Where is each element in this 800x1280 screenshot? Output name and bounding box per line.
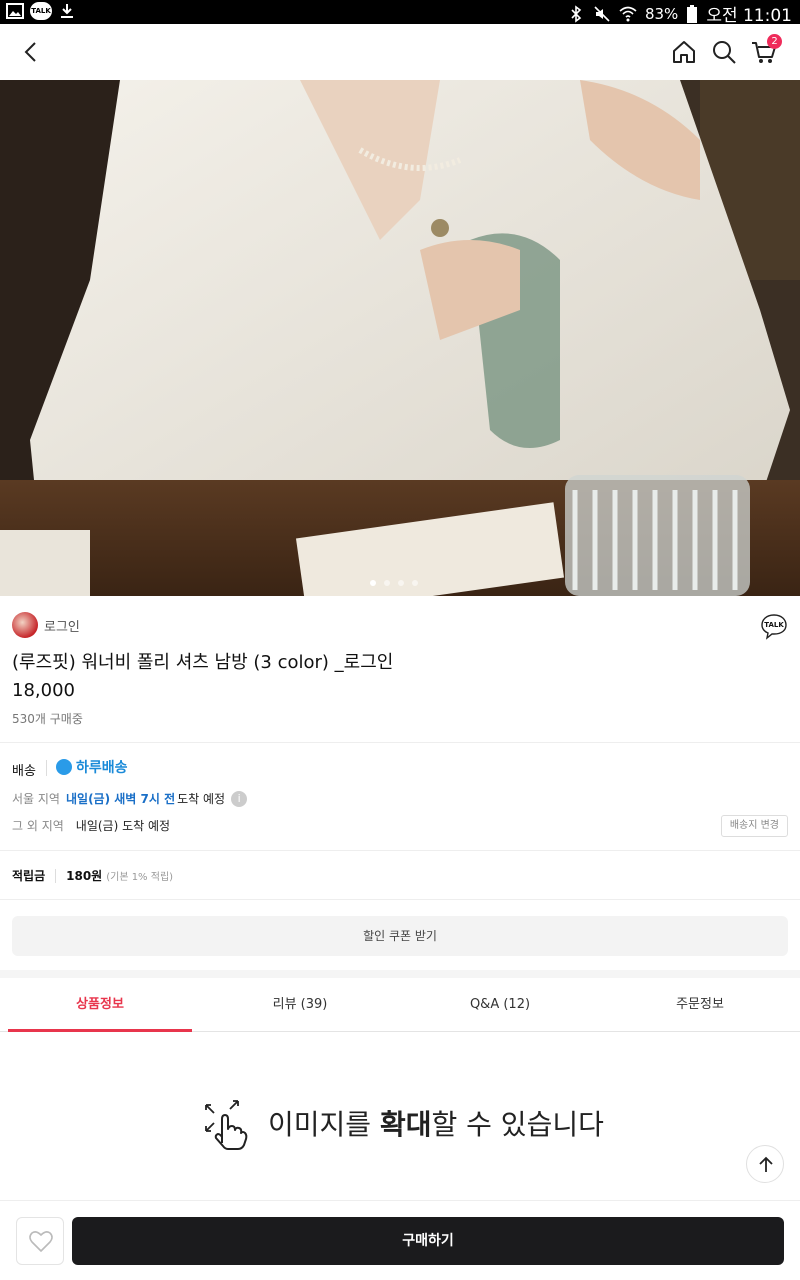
download-icon (61, 4, 73, 18)
store-link[interactable]: 로그인 (12, 612, 80, 638)
gallery-icon (6, 3, 24, 19)
carousel-dot (384, 580, 390, 586)
zoom-hint-suffix: 할 수 있습니다 (431, 1108, 604, 1141)
bluetooth-icon (571, 4, 582, 23)
carousel-indicator (370, 580, 418, 586)
seoul-arrival-time: 내일(금) 새벽 7시 전 (65, 792, 176, 806)
get-coupon-button[interactable]: 할인 쿠폰 받기 (12, 916, 788, 956)
divider (55, 868, 57, 883)
wifi-icon (619, 6, 637, 21)
carousel-dot (412, 580, 418, 586)
product-tabs: 상품정보 리뷰 (39) Q&A (12) 주문정보 (0, 978, 800, 1032)
points-amount: 180원 (66, 869, 103, 883)
points-label: 적립금 (12, 869, 46, 883)
shipping-label: 배송 (12, 764, 36, 779)
seoul-arrival-suffix: 도착 예정 (177, 792, 226, 806)
divider (0, 899, 800, 900)
section-gap (0, 970, 800, 978)
arrow-up-icon (759, 1156, 773, 1172)
tab-product-info[interactable]: 상품정보 (0, 978, 200, 1032)
heart-icon (29, 1231, 53, 1252)
search-icon[interactable] (710, 38, 738, 66)
divider (0, 850, 800, 851)
tab-reviews[interactable]: 리뷰 (39) (200, 978, 400, 1031)
buy-button[interactable]: 구매하기 (72, 1217, 784, 1265)
carousel-dot (398, 580, 404, 586)
divider (46, 760, 47, 776)
cart-button[interactable]: 2 (750, 34, 782, 66)
zoom-hint-bold: 확대 (379, 1108, 432, 1141)
product-price: 18,000 (12, 680, 75, 701)
other-region-arrival: 내일(금) 도착 예정 (75, 819, 171, 833)
tab-qna[interactable]: Q&A (12) (400, 978, 600, 1031)
product-title: (루즈핏) 워너비 폴리 셔츠 남방 (3 color) _로그인 (12, 652, 394, 673)
tab-order-info[interactable]: 주문정보 (600, 978, 800, 1031)
cart-count-badge: 2 (767, 34, 782, 49)
points-row: 적립금 180원 (기본 1% 적립) (12, 867, 173, 884)
clock: 오전 11:01 (706, 6, 792, 26)
buying-count: 530개 구매중 (12, 712, 83, 726)
seoul-delivery-row: 서울 지역 내일(금) 새벽 7시 전 도착 예정 i (12, 790, 248, 807)
bottom-action-bar: 구매하기 (0, 1200, 800, 1280)
zoom-hint-text: 이미지를 확대할 수 있습니다 (268, 1103, 604, 1143)
pinch-zoom-icon (205, 1100, 248, 1150)
zoom-hint: 이미지를 확대할 수 있습니다 (200, 1095, 604, 1151)
product-image-carousel[interactable] (0, 80, 800, 596)
other-delivery-row: 그 외 지역 내일(금) 도착 예정 (12, 817, 170, 834)
haru-delivery-badge: 하루배송 (56, 757, 128, 777)
wishlist-button[interactable] (16, 1217, 64, 1265)
seoul-label: 서울 지역 (12, 792, 60, 806)
top-app-bar: 2 (0, 24, 800, 80)
battery-icon (687, 4, 698, 23)
product-photo (0, 80, 800, 596)
talk-button[interactable]: TALK (760, 612, 788, 640)
kakaotalk-icon: TALK (30, 2, 52, 20)
info-icon[interactable]: i (231, 790, 248, 807)
change-address-button[interactable]: 배송지 변경 (720, 815, 788, 837)
battery-percent: 83% (644, 4, 679, 23)
store-avatar (12, 612, 38, 638)
haru-delivery-label: 하루배송 (76, 760, 128, 776)
zoom-hint-prefix: 이미지를 (268, 1108, 372, 1141)
other-region-label: 그 외 지역 (12, 819, 64, 833)
home-icon[interactable] (670, 38, 698, 66)
status-bar: TALK 83% 오전 11:01 (0, 0, 800, 26)
haru-delivery-icon (56, 759, 72, 775)
mute-icon (594, 5, 610, 22)
points-note: (기본 1% 적립) (106, 872, 174, 883)
divider (0, 742, 800, 743)
carousel-dot (370, 580, 376, 586)
back-icon[interactable] (18, 38, 46, 66)
scroll-to-top-button[interactable] (746, 1145, 784, 1183)
store-name: 로그인 (44, 619, 80, 635)
talk-label: TALK (764, 621, 784, 629)
